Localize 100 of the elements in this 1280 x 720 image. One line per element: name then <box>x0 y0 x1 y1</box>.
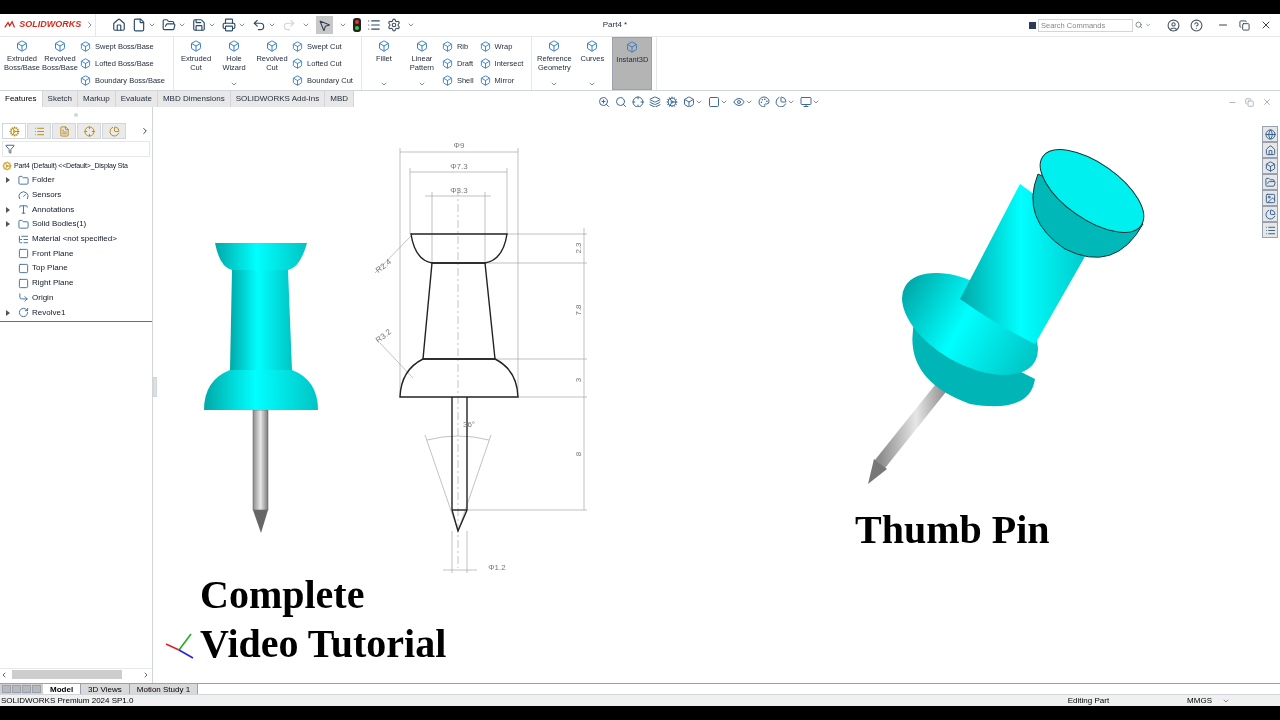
expand-arrow-icon[interactable] <box>6 206 10 213</box>
search-icon[interactable] <box>1135 20 1143 30</box>
expand-arrow-icon[interactable] <box>6 177 10 184</box>
restore-icon[interactable] <box>1239 19 1250 31</box>
dimension-label: Φ3.3 <box>450 186 468 195</box>
home-icon <box>1264 144 1276 156</box>
caret-icon[interactable] <box>787 98 795 106</box>
settings-icon[interactable] <box>387 18 401 32</box>
panel-tab[interactable] <box>102 123 126 139</box>
file-icon[interactable] <box>132 18 146 32</box>
dimension-label: 2.3 <box>574 242 583 254</box>
caret-icon[interactable] <box>812 98 820 106</box>
traffic-light-icon[interactable] <box>353 18 361 32</box>
command-tab[interactable]: Evaluate <box>115 91 158 107</box>
caption: Video Tutorial <box>200 624 447 664</box>
caption: Thumb Pin <box>855 510 1050 550</box>
chevron-icon[interactable] <box>140 126 150 136</box>
panel-tab[interactable] <box>2 123 26 139</box>
caret-icon[interactable] <box>238 21 246 29</box>
task-pane-tab[interactable] <box>1262 142 1278 158</box>
user-icon[interactable] <box>1167 18 1180 32</box>
task-pane-tab[interactable] <box>1262 174 1278 190</box>
tree-item[interactable]: Folder <box>32 174 55 187</box>
command-tab[interactable]: MBD Dimensions <box>157 91 231 107</box>
tree-item[interactable]: Right Plane <box>32 277 74 290</box>
caret-icon[interactable] <box>230 80 239 88</box>
command-tab[interactable]: Features <box>0 91 43 107</box>
sensor-icon <box>18 189 29 201</box>
caret-icon[interactable] <box>588 80 597 88</box>
plane-icon <box>18 248 29 260</box>
scrollbar-thumb[interactable] <box>12 670 122 679</box>
home-icon[interactable] <box>112 18 126 32</box>
zoom-icon[interactable] <box>598 96 610 108</box>
save-icon[interactable] <box>192 18 206 32</box>
tree-item[interactable]: Top Plane <box>32 262 68 275</box>
tree-item[interactable]: Origin <box>32 291 54 304</box>
pointer-icon <box>318 18 331 32</box>
command-tab[interactable]: Markup <box>78 91 116 107</box>
filter-field[interactable] <box>2 141 150 157</box>
caret-icon[interactable] <box>268 21 276 29</box>
caret-icon[interactable] <box>550 80 559 88</box>
folder-icon[interactable] <box>162 18 176 32</box>
dimension-label: Φ1.2 <box>488 563 506 572</box>
collapse-handle[interactable] <box>153 377 157 397</box>
task-pane-tab[interactable] <box>1262 126 1278 142</box>
monitor-icon[interactable] <box>800 96 812 108</box>
caret-icon[interactable] <box>745 98 753 106</box>
caret-icon[interactable] <box>148 21 156 29</box>
tree-item[interactable]: Material <not specified> <box>32 233 117 246</box>
task-pane-tab[interactable] <box>1262 222 1278 238</box>
folder-icon <box>18 218 29 230</box>
list-icon[interactable] <box>367 18 381 32</box>
select-button[interactable] <box>316 16 333 34</box>
tree-item[interactable]: Revolve1 <box>32 306 66 319</box>
eye-icon[interactable] <box>733 96 745 108</box>
panel-tab[interactable] <box>52 123 76 139</box>
annotation-icon <box>18 204 29 216</box>
tree-item[interactable]: Solid Bodies(1) <box>32 218 87 231</box>
scroll-right-icon[interactable] <box>142 670 150 679</box>
command-tab[interactable]: SOLIDWORKS Add-Ins <box>230 91 326 107</box>
search-icon[interactable] <box>615 96 627 108</box>
plane-icon <box>18 262 29 274</box>
undo-icon[interactable] <box>252 18 266 32</box>
caption: Complete <box>200 575 365 615</box>
caret-icon[interactable] <box>1144 21 1151 29</box>
grip-icon[interactable] <box>74 112 78 117</box>
command-tab[interactable]: MBD <box>325 91 355 107</box>
caret-icon[interactable] <box>417 80 426 88</box>
printer-icon[interactable] <box>222 18 236 32</box>
caret-icon[interactable] <box>407 21 415 29</box>
document-title: Part4 * <box>602 19 628 31</box>
caret-icon[interactable] <box>720 98 728 106</box>
scroll-left-icon[interactable] <box>0 670 8 679</box>
gear-icon[interactable] <box>666 96 678 108</box>
panel-tab[interactable] <box>27 123 51 139</box>
caret-icon[interactable] <box>339 21 347 29</box>
palette-icon[interactable] <box>758 96 770 108</box>
dimension-label: 7.8 <box>574 304 583 316</box>
layers-icon[interactable] <box>649 96 661 108</box>
tree-item[interactable]: Front Plane <box>32 247 74 260</box>
part-icon <box>2 161 12 171</box>
appearance-icon <box>108 125 120 137</box>
close-icon[interactable] <box>1260 19 1272 31</box>
caret-icon[interactable] <box>379 80 388 88</box>
caret-icon[interactable] <box>695 98 703 106</box>
units-selector[interactable]: MMGS <box>1187 694 1212 707</box>
tree-item[interactable]: Annotations <box>32 203 75 216</box>
panel-tab[interactable] <box>77 123 101 139</box>
origin-icon <box>18 292 29 304</box>
caret-icon[interactable] <box>208 21 216 29</box>
expand-arrow-icon[interactable] <box>6 221 10 228</box>
help-icon[interactable] <box>1190 18 1203 32</box>
expand-arrow-icon[interactable] <box>6 309 10 316</box>
crosshair-icon <box>83 125 95 137</box>
task-pane-tab[interactable] <box>1262 190 1278 206</box>
status-text: Editing Part <box>1067 694 1110 707</box>
caret-icon[interactable] <box>178 21 186 29</box>
command-tab[interactable]: Sketch <box>42 91 79 107</box>
tree-item[interactable]: Sensors <box>32 189 62 202</box>
caret-icon[interactable] <box>302 21 310 29</box>
